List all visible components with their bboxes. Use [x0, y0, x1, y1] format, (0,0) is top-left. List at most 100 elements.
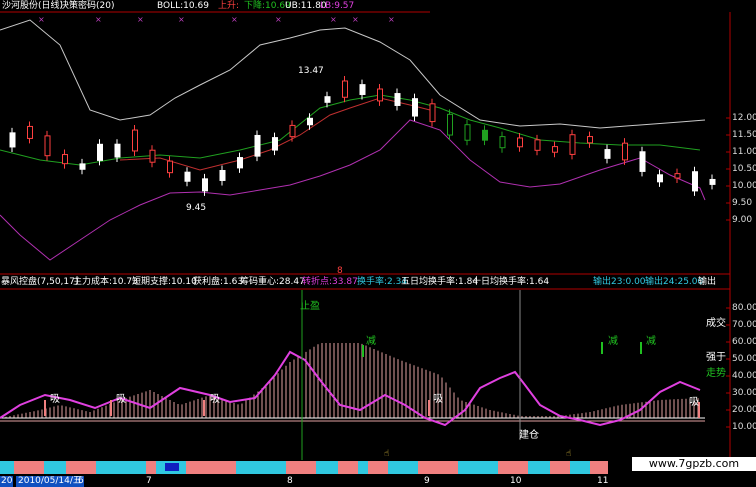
- stock-title: 沙河股份(日线): [2, 1, 64, 11]
- reduce-label: 减: [366, 336, 376, 347]
- top-cross-marker: ×: [231, 15, 238, 24]
- candle-body: [79, 163, 86, 170]
- date-cursor[interactable]: 2010/05/14/五: [16, 476, 84, 487]
- candle-body: [464, 124, 471, 141]
- build-position-label: 建仓: [519, 430, 539, 441]
- candle-body: [324, 96, 331, 103]
- date-tick: 10: [510, 476, 522, 486]
- absorb-label: 吸: [210, 394, 220, 405]
- absorb-label: 吸: [689, 397, 699, 408]
- signal-segment: [66, 461, 96, 474]
- high-price-label: 13.47: [298, 66, 324, 76]
- candle-body: [412, 98, 418, 117]
- candle-body: [97, 143, 103, 161]
- date-tick: 9: [424, 476, 430, 486]
- reduce-label: 减: [646, 336, 656, 347]
- signal-segment: [550, 461, 570, 474]
- candle-body: [587, 136, 593, 144]
- signal-segment: [286, 461, 316, 474]
- reduce-signal-bar: [362, 345, 364, 357]
- signal-marker: [165, 463, 179, 471]
- signal-segment: [458, 461, 498, 474]
- candle-body: [692, 171, 698, 192]
- candle-body: [114, 143, 121, 158]
- candle-body: [202, 178, 208, 192]
- reduce-signal-bar: [601, 342, 603, 354]
- signal-segment: [0, 461, 14, 474]
- candle-body: [307, 117, 313, 126]
- boll-mid-line: [0, 94, 701, 166]
- indicator-tick: 20.00: [732, 405, 756, 415]
- top-cross-marker: ×: [388, 15, 395, 24]
- absorb-label: 吸: [433, 394, 443, 405]
- top-cross-marker: ×: [95, 15, 102, 24]
- avg5-turnover: 五日均换手率:1.84: [401, 277, 479, 287]
- candle-body: [44, 135, 51, 157]
- indicator-tick: 60.00: [732, 337, 756, 347]
- absorb-label: 吸: [116, 394, 126, 405]
- indicator-tick: 80.00: [732, 303, 756, 313]
- price-tick: 9.00: [732, 215, 753, 225]
- signal-segment: [44, 461, 66, 474]
- candle-body: [184, 171, 191, 182]
- candle-body: [394, 93, 401, 106]
- candle-body: [272, 137, 278, 151]
- absorb-signal-bar: [44, 400, 46, 416]
- top-cross-marker: ×: [178, 15, 185, 24]
- signal-segment: [388, 461, 418, 474]
- chart-title-bar: 沙河股份(日线) 决策密码(20) BOLL:10.69 上升: 下降:10.6…: [0, 0, 756, 13]
- candle-body: [149, 149, 156, 163]
- candle-body: [534, 139, 541, 151]
- price-chart: × × × × × × × × ×: [0, 11, 731, 460]
- signal-segment: [590, 461, 608, 474]
- up-value: 上升:: [218, 1, 240, 11]
- date-tick: 11: [597, 476, 609, 486]
- hand-icon: ☝: [384, 449, 389, 459]
- candle-body: [219, 169, 226, 181]
- low-price-label: 9.45: [186, 203, 207, 213]
- output23: 输出23:0.00: [593, 277, 646, 287]
- signal-segment: [338, 461, 358, 474]
- candle-body: [639, 151, 646, 172]
- output24: 输出24:25.00: [645, 277, 704, 287]
- indicator-tick: 50.00: [732, 354, 756, 364]
- signal-segment: [146, 461, 156, 474]
- signal-segment: [186, 461, 236, 474]
- signal-segment: [528, 461, 550, 474]
- turn-point: 转折点:33.87: [302, 277, 358, 287]
- signal-segment: [96, 461, 146, 474]
- reduce-label: 减: [608, 336, 618, 347]
- candle-body: [674, 173, 681, 179]
- candle-body: [499, 136, 506, 149]
- indicator-tick: 30.00: [732, 388, 756, 398]
- chart-canvas: × × × × × × × × × ☝ ☝: [0, 11, 731, 474]
- upper-band-line: [0, 19, 706, 129]
- candle-body: [132, 129, 138, 152]
- signal-segment: [14, 461, 44, 474]
- top-cross-marker: ×: [137, 15, 144, 24]
- indicator-title: 暴风控盘(7,50,17): [1, 277, 79, 287]
- top-cross-marker: ×: [38, 15, 45, 24]
- indicator-tick: 10.00: [732, 422, 756, 432]
- indicator-name: 决策密码(20): [60, 1, 115, 11]
- date-tick: 6: [78, 476, 84, 486]
- candle-body: [569, 134, 576, 155]
- strong-label: 强于: [706, 352, 726, 363]
- candle-body: [429, 103, 436, 123]
- output-more: 输出: [698, 277, 717, 287]
- candle-body: [517, 137, 523, 148]
- candle-body: [167, 160, 173, 174]
- absorb-signal-bar: [428, 400, 430, 416]
- date-tick: 7: [146, 476, 152, 486]
- signal-segment: [570, 461, 590, 474]
- price-tick: 10.50: [732, 164, 756, 174]
- candle-body: [62, 154, 68, 165]
- indicator-chart: [0, 290, 730, 460]
- down-value: 下降:10.69: [244, 1, 291, 11]
- price-tick: 12.00: [732, 113, 756, 123]
- boll-value: BOLL:10.69: [157, 1, 209, 11]
- indicator-info-bar: 暴风控盘(7,50,17) 主力成本:10.73 短期支撑:10.10 获利盘:…: [0, 276, 756, 288]
- date-tick: 20: [0, 476, 14, 487]
- candle-body: [27, 125, 33, 139]
- lower-band-line: [0, 119, 706, 261]
